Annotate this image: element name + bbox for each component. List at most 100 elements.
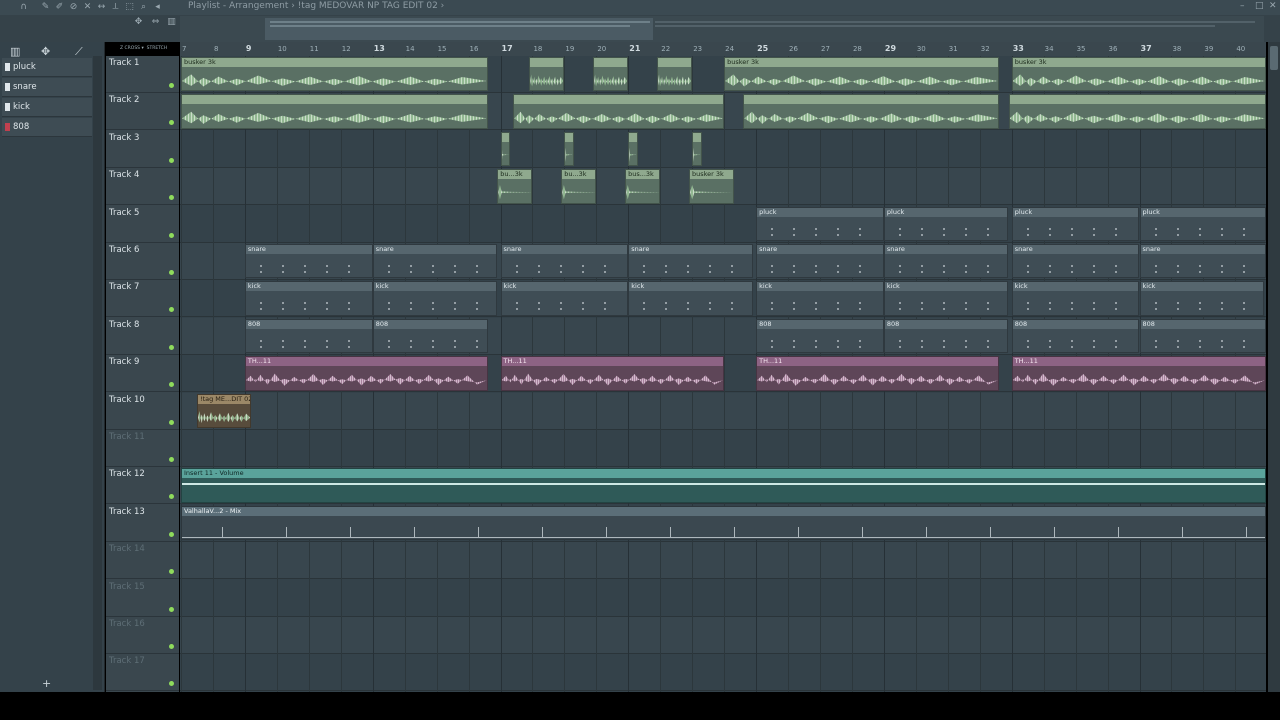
clip-stab[interactable] [564, 131, 574, 167]
track-header[interactable]: Track 4 [106, 168, 179, 206]
track-header[interactable]: Track 8 [106, 318, 179, 355]
track-lane[interactable] [180, 131, 1266, 168]
clip-stab[interactable]: bu...3k [561, 169, 597, 204]
clip-pattern[interactable]: pluck [756, 206, 884, 241]
clip-pattern[interactable]: kick [883, 281, 1009, 316]
clip-audio[interactable]: busker 3k [1011, 57, 1266, 92]
track-header[interactable]: Track 5 [106, 206, 179, 243]
clip-pattern[interactable]: 808 [1139, 318, 1266, 354]
clip-stab[interactable] [692, 131, 702, 167]
track-header[interactable]: Track 15 [106, 580, 179, 617]
paint-icon[interactable]: ✐ [54, 2, 65, 13]
clip-audio[interactable] [743, 94, 999, 129]
track-mute-led[interactable] [169, 195, 174, 201]
track-lane[interactable] [180, 430, 1266, 467]
track-header[interactable]: Track 13 [106, 505, 179, 542]
track-mute-led[interactable] [169, 531, 174, 537]
clip-pattern[interactable]: pluck [1011, 206, 1140, 241]
track-mute-led[interactable] [169, 307, 174, 313]
track-header[interactable]: Track 6 [106, 243, 179, 280]
channel-item-808[interactable]: 808 [2, 118, 92, 137]
playlist-grid[interactable]: busker 3k busker 3k busker 3k bu...3k bu...3… [180, 56, 1266, 692]
clip-pattern[interactable]: snare [628, 244, 753, 279]
clip-audio[interactable] [1008, 94, 1266, 129]
clip-pattern[interactable]: kick [756, 281, 884, 316]
track-mute-led[interactable] [169, 419, 174, 425]
timeline-ruler[interactable]: 7 8 9 10 11 12 13 14 15 16 17 18 19 20 21 22 23 24 25 26 27 2… [180, 42, 1266, 57]
clip-vox[interactable]: TH...11 [756, 356, 999, 391]
clip-tag[interactable]: !tag ME...DIT 02 [196, 393, 252, 428]
track-lane[interactable] [180, 617, 1266, 654]
track-mute-led[interactable] [169, 644, 174, 649]
clip-audio[interactable] [181, 94, 488, 129]
maximize-icon[interactable]: □ [1255, 1, 1264, 11]
track-mute-led[interactable] [169, 494, 174, 500]
clip-pattern[interactable]: 808 [756, 318, 884, 354]
track-mute-led[interactable] [169, 382, 174, 388]
scroll-thumb[interactable] [1270, 46, 1278, 70]
clip-pattern[interactable]: snare [756, 244, 884, 279]
track-header[interactable]: Track 11 [106, 430, 179, 467]
song-overview[interactable] [180, 16, 1264, 42]
clip-stab[interactable] [628, 131, 638, 167]
track-mute-led[interactable] [169, 120, 174, 126]
track-header[interactable]: Track 7 [106, 280, 179, 318]
clip-vox[interactable]: TH...11 [244, 356, 488, 391]
clip-pattern[interactable]: 808 [1011, 318, 1140, 354]
track-header[interactable]: Track 10 [106, 393, 179, 430]
pencil-icon[interactable]: ✎ [40, 2, 51, 13]
track-header[interactable]: Track 1 [106, 56, 179, 93]
track-mute-led[interactable] [169, 457, 174, 462]
piano-icon[interactable]: ▥ [10, 45, 20, 58]
clip-auto[interactable]: Insert 11 - Volume [181, 468, 1266, 503]
track-lane[interactable] [180, 392, 1266, 430]
mute-icon[interactable]: ✕ [82, 2, 93, 13]
clip-pattern[interactable]: kick [500, 281, 629, 316]
clip-pattern[interactable]: snare [1011, 244, 1140, 279]
slip-icon[interactable]: ↔ [96, 2, 107, 13]
channel-icon[interactable]: ✥ [41, 45, 50, 58]
clip-pattern[interactable]: kick [372, 281, 498, 316]
channel-item-kick[interactable]: kick [2, 98, 92, 117]
clip-audio[interactable] [657, 57, 693, 92]
clip-stab[interactable]: busker 3k [689, 169, 734, 204]
track-mute-led[interactable] [169, 157, 174, 163]
track-mute-led[interactable] [169, 681, 174, 687]
clip-pattern[interactable]: kick [1139, 281, 1265, 316]
track-header[interactable]: Track 12 [106, 467, 179, 505]
clip-pattern[interactable]: snare [883, 244, 1009, 279]
clip-pattern[interactable]: pluck [883, 206, 1009, 241]
zoom-icon[interactable]: ⌕ [138, 2, 149, 13]
slice-icon[interactable]: ⟂ [110, 2, 121, 13]
track-mute-led[interactable] [169, 232, 174, 238]
channel-item-snare[interactable]: snare [2, 78, 92, 97]
clip-pattern[interactable]: kick [244, 281, 373, 316]
clip-vox[interactable]: TH...11 [500, 356, 725, 391]
clip-pattern[interactable]: snare [244, 244, 373, 279]
clip-pattern[interactable]: 808 [883, 318, 1009, 354]
channel-item-pluck[interactable]: pluck [2, 58, 92, 77]
track-header[interactable]: Track 3 [106, 131, 179, 168]
magnet-icon[interactable]: ∩ [18, 2, 29, 13]
browser-scrollbar[interactable] [93, 56, 102, 690]
track-mute-led[interactable] [169, 270, 174, 275]
snap-icon[interactable]: ✥ [133, 17, 144, 28]
track-mute-led[interactable] [169, 569, 174, 575]
clip-pattern[interactable]: 808 [244, 318, 373, 354]
track-header[interactable]: Track 9 [106, 355, 179, 393]
stretch-icon[interactable]: ⇔ [150, 17, 161, 28]
clip-pattern[interactable]: 808 [372, 318, 488, 354]
clip-stab[interactable] [500, 131, 511, 167]
clip-pattern[interactable]: snare [500, 244, 629, 279]
clip-audio[interactable]: busker 3k [181, 57, 488, 92]
track-mute-led[interactable] [169, 83, 174, 88]
clip-audio[interactable] [529, 57, 565, 92]
minimize-icon[interactable]: – [1240, 1, 1245, 11]
track-lane[interactable] [180, 542, 1266, 580]
clip-vox[interactable]: TH...11 [1011, 356, 1266, 391]
track-mute-led[interactable] [169, 606, 174, 612]
track-header[interactable]: Track 17 [106, 654, 179, 692]
playback-icon[interactable]: ◂ [152, 2, 163, 13]
track-lane[interactable] [180, 580, 1266, 617]
grid-icon[interactable]: ▥ [166, 17, 177, 28]
